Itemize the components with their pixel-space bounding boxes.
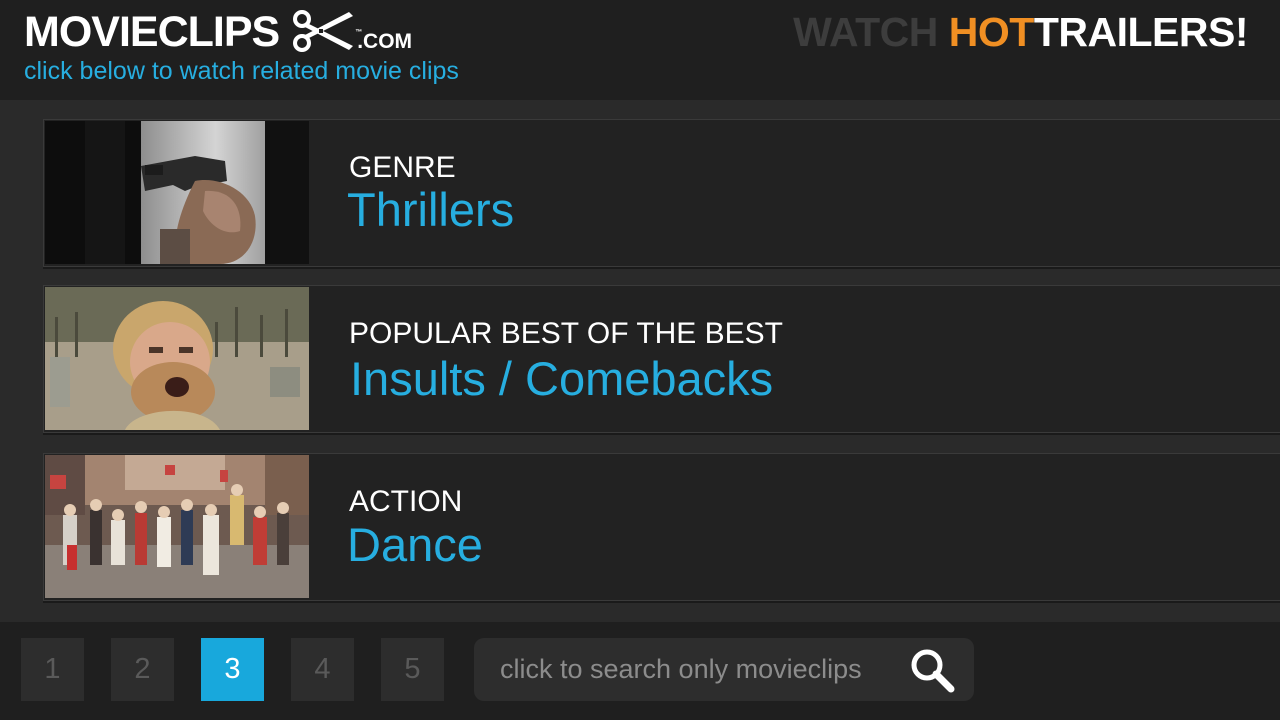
promo-watch-text: WATCH (793, 9, 938, 55)
movieclips-logo[interactable]: MOVIECLIPS ™ .COM (24, 8, 412, 56)
promo-trailers-text: TRAILERS! (1033, 9, 1249, 55)
search-box[interactable]: click to search only movieclips (474, 638, 974, 701)
logo-domain-text: .COM (357, 30, 413, 53)
card-title: Dance (347, 518, 483, 571)
page-button-3[interactable]: 3 (201, 638, 264, 701)
page-button-4[interactable]: 4 (291, 638, 354, 701)
card-category: ACTION (349, 485, 463, 518)
search-placeholder: click to search only movieclips (500, 654, 862, 684)
page-button-1[interactable]: 1 (21, 638, 84, 701)
card-category: POPULAR BEST OF THE BEST (349, 317, 784, 350)
card-category: GENRE (349, 151, 456, 184)
card-title: Insults / Comebacks (350, 352, 774, 405)
thumbnail-street-dance (45, 455, 309, 598)
promo-hot-text: HOT (948, 9, 1035, 55)
hot-trailers-promo[interactable]: WATCH HOTTRAILERS! (793, 10, 1248, 54)
thumbnail-handgun (45, 121, 309, 264)
related-clip-card-popular[interactable]: POPULAR BEST OF THE BEST Insults / Comeb… (43, 285, 1280, 433)
subtitle: click below to watch related movie clips (24, 57, 459, 85)
logo-text: MOVIECLIPS (24, 8, 280, 56)
search-icon[interactable] (908, 646, 956, 694)
page-button-2[interactable]: 2 (111, 638, 174, 701)
logo-domain: ™ .COM (355, 29, 413, 53)
thumbnail-image (45, 121, 309, 264)
scissors-icon (293, 10, 354, 52)
header: MOVIECLIPS ™ .COM click below to watch r… (0, 0, 1280, 100)
related-clip-card-action[interactable]: ACTION Dance (43, 453, 1280, 601)
trademark-mark: ™ (355, 29, 363, 36)
related-clip-card-genre[interactable]: GENRE Thrillers (43, 119, 1280, 267)
thumbnail-image (45, 455, 309, 598)
page-button-5[interactable]: 5 (381, 638, 444, 701)
thumbnail-shouting-man (45, 287, 309, 430)
thumbnail-image (45, 287, 309, 430)
card-title: Thrillers (347, 183, 515, 236)
